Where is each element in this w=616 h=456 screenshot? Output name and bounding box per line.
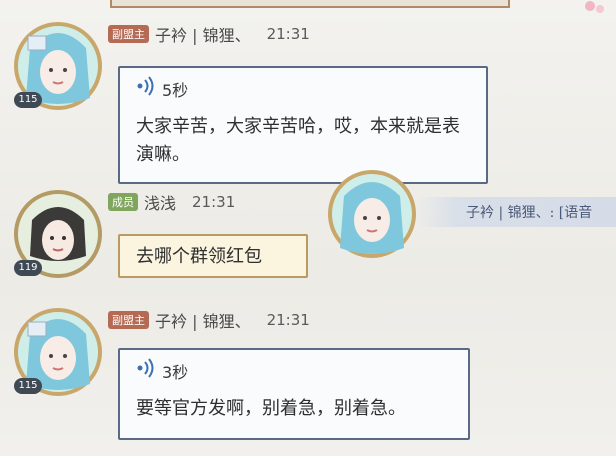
sound-wave-icon <box>136 358 158 387</box>
timestamp: 21:31 <box>266 311 310 329</box>
message-text: 大家辛苦，大家辛苦哈，哎，本来就是表演嘛。 <box>136 116 460 165</box>
nickname[interactable]: 子衿 | 锦狸、 <box>155 308 251 332</box>
voice-duration: 5秒 <box>162 80 189 100</box>
level-badge: 115 <box>14 92 42 108</box>
role-badge: 成员 <box>108 193 138 211</box>
nickname[interactable]: 子衿 | 锦狸、 <box>155 22 251 46</box>
voice-indicator[interactable]: 3秒 <box>136 358 452 387</box>
message-text: 要等官方发啊，别着急，别着急。 <box>136 398 406 419</box>
avatar[interactable]: 115 <box>10 18 102 110</box>
text-message-bubble[interactable]: 去哪个群领红包 <box>118 234 308 278</box>
timestamp: 21:31 <box>266 25 310 43</box>
blossom-decoration-icon <box>580 0 610 22</box>
previous-message-edge <box>110 0 510 8</box>
avatar[interactable]: 119 <box>10 186 102 278</box>
voice-indicator[interactable]: 5秒 <box>136 76 470 105</box>
voice-message-bubble[interactable]: 5秒 大家辛苦，大家辛苦哈，哎，本来就是表演嘛。 <box>118 66 488 184</box>
timestamp: 21:31 <box>192 193 236 211</box>
avatar[interactable]: 115 <box>10 304 102 396</box>
sound-wave-icon <box>136 76 158 105</box>
role-badge: 副盟主 <box>108 311 149 329</box>
notification-text: 子衿 | 锦狸、: [语音 <box>466 205 593 221</box>
message-text: 去哪个群领红包 <box>136 246 262 267</box>
notification-strip[interactable]: 子衿 | 锦狸、: [语音 <box>418 197 616 227</box>
level-badge: 119 <box>14 260 42 276</box>
level-badge: 115 <box>14 378 42 394</box>
role-badge: 副盟主 <box>108 25 149 43</box>
voice-message-bubble[interactable]: 3秒 要等官方发啊，别着急，别着急。 <box>118 348 470 440</box>
nickname[interactable]: 浅浅 <box>144 190 176 214</box>
notification-avatar[interactable] <box>326 168 418 260</box>
voice-duration: 3秒 <box>162 362 189 382</box>
